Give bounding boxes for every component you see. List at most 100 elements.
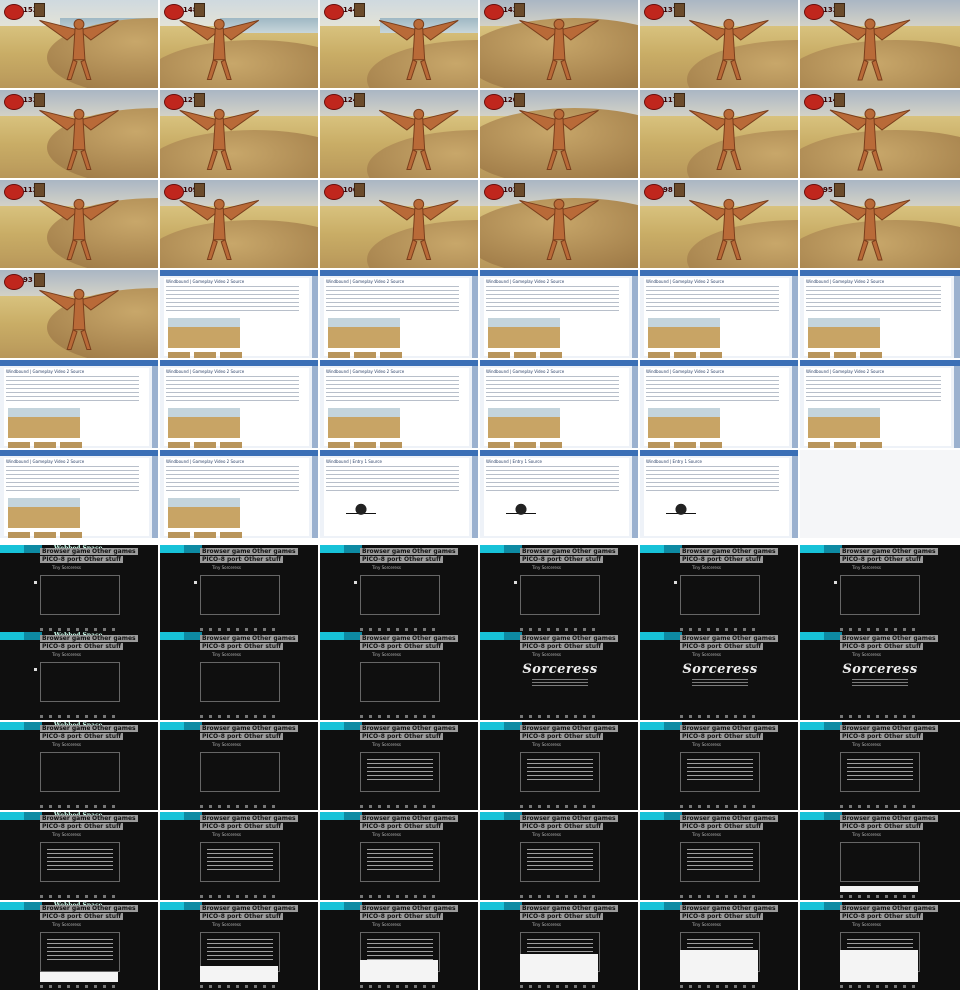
- nav-pico8-ports[interactable]: PICO-8 ports: [840, 913, 887, 920]
- nav-other-stuff[interactable]: Other stuff: [562, 913, 603, 920]
- nav-pico8-ports[interactable]: PICO-8 ports: [200, 643, 247, 650]
- nav-other-stuff[interactable]: Other stuff: [562, 556, 603, 563]
- nav-other-games[interactable]: Other games: [890, 635, 938, 642]
- nav-browser-games[interactable]: Browser games: [520, 725, 577, 732]
- nav-browser-games[interactable]: Browser games: [200, 725, 257, 732]
- nav-other-stuff[interactable]: Other stuff: [562, 643, 603, 650]
- nav-pico8-ports[interactable]: PICO-8 ports: [680, 556, 727, 563]
- nav-other-stuff[interactable]: Other stuff: [722, 733, 763, 740]
- nav-browser-games[interactable]: Browser games: [680, 815, 737, 822]
- nav-pico8-ports[interactable]: PICO-8 ports: [520, 913, 567, 920]
- nav-other-stuff[interactable]: Other stuff: [722, 913, 763, 920]
- nav-browser-games[interactable]: Browser games: [680, 905, 737, 912]
- nav-browser-games[interactable]: Browser games: [40, 725, 97, 732]
- nav-pico8-ports[interactable]: PICO-8 ports: [360, 556, 407, 563]
- nav-pico8-ports[interactable]: PICO-8 ports: [200, 556, 247, 563]
- nav-pico8-ports[interactable]: PICO-8 ports: [200, 913, 247, 920]
- nav-other-games[interactable]: Other games: [890, 905, 938, 912]
- nav-other-stuff[interactable]: Other stuff: [242, 733, 283, 740]
- nav-other-games[interactable]: Other games: [410, 635, 458, 642]
- nav-other-games[interactable]: Other games: [90, 635, 138, 642]
- nav-other-games[interactable]: Other games: [410, 548, 458, 555]
- nav-browser-games[interactable]: Browser games: [520, 815, 577, 822]
- nav-browser-games[interactable]: Browser games: [520, 635, 577, 642]
- nav-other-stuff[interactable]: Other stuff: [882, 913, 923, 920]
- nav-pico8-ports[interactable]: PICO-8 ports: [40, 913, 87, 920]
- nav-pico8-ports[interactable]: PICO-8 ports: [360, 643, 407, 650]
- nav-other-games[interactable]: Other games: [250, 725, 298, 732]
- nav-other-games[interactable]: Other games: [890, 725, 938, 732]
- nav-other-stuff[interactable]: Other stuff: [402, 733, 443, 740]
- nav-pico8-ports[interactable]: PICO-8 ports: [840, 823, 887, 830]
- nav-other-stuff[interactable]: Other stuff: [82, 556, 123, 563]
- nav-other-games[interactable]: Other games: [570, 815, 618, 822]
- nav-other-games[interactable]: Other games: [570, 635, 618, 642]
- nav-browser-games[interactable]: Browser games: [40, 815, 97, 822]
- nav-other-games[interactable]: Other games: [410, 905, 458, 912]
- nav-other-games[interactable]: Other games: [90, 905, 138, 912]
- nav-pico8-ports[interactable]: PICO-8 ports: [680, 823, 727, 830]
- nav-pico8-ports[interactable]: PICO-8 ports: [40, 643, 87, 650]
- nav-browser-games[interactable]: Browser games: [520, 548, 577, 555]
- nav-other-games[interactable]: Other games: [730, 905, 778, 912]
- nav-pico8-ports[interactable]: PICO-8 ports: [200, 823, 247, 830]
- nav-other-stuff[interactable]: Other stuff: [882, 556, 923, 563]
- nav-pico8-ports[interactable]: PICO-8 ports: [520, 733, 567, 740]
- nav-pico8-ports[interactable]: PICO-8 ports: [520, 643, 567, 650]
- nav-other-stuff[interactable]: Other stuff: [242, 913, 283, 920]
- nav-browser-games[interactable]: Browser games: [40, 635, 97, 642]
- nav-pico8-ports[interactable]: PICO-8 ports: [520, 556, 567, 563]
- nav-browser-games[interactable]: Browser games: [840, 905, 897, 912]
- nav-browser-games[interactable]: Browser games: [200, 815, 257, 822]
- nav-pico8-ports[interactable]: PICO-8 ports: [360, 823, 407, 830]
- nav-other-games[interactable]: Other games: [250, 635, 298, 642]
- nav-other-stuff[interactable]: Other stuff: [722, 643, 763, 650]
- nav-other-stuff[interactable]: Other stuff: [242, 823, 283, 830]
- nav-other-stuff[interactable]: Other stuff: [882, 823, 923, 830]
- nav-pico8-ports[interactable]: PICO-8 ports: [360, 733, 407, 740]
- nav-other-games[interactable]: Other games: [250, 905, 298, 912]
- nav-browser-games[interactable]: Browser games: [40, 548, 97, 555]
- nav-browser-games[interactable]: Browser games: [360, 815, 417, 822]
- nav-pico8-ports[interactable]: PICO-8 ports: [840, 733, 887, 740]
- nav-other-games[interactable]: Other games: [570, 548, 618, 555]
- nav-other-stuff[interactable]: Other stuff: [882, 733, 923, 740]
- nav-browser-games[interactable]: Browser games: [200, 635, 257, 642]
- nav-pico8-ports[interactable]: PICO-8 ports: [680, 913, 727, 920]
- nav-other-stuff[interactable]: Other stuff: [402, 643, 443, 650]
- nav-browser-games[interactable]: Browser games: [840, 725, 897, 732]
- nav-other-games[interactable]: Other games: [890, 548, 938, 555]
- nav-browser-games[interactable]: Browser games: [360, 548, 417, 555]
- nav-other-stuff[interactable]: Other stuff: [722, 556, 763, 563]
- nav-pico8-ports[interactable]: PICO-8 ports: [840, 643, 887, 650]
- nav-other-games[interactable]: Other games: [410, 725, 458, 732]
- nav-other-games[interactable]: Other games: [250, 548, 298, 555]
- nav-browser-games[interactable]: Browser games: [360, 905, 417, 912]
- nav-other-stuff[interactable]: Other stuff: [82, 643, 123, 650]
- nav-pico8-ports[interactable]: PICO-8 ports: [680, 733, 727, 740]
- nav-other-stuff[interactable]: Other stuff: [82, 913, 123, 920]
- nav-other-games[interactable]: Other games: [90, 548, 138, 555]
- nav-browser-games[interactable]: Browser games: [200, 905, 257, 912]
- nav-pico8-ports[interactable]: PICO-8 ports: [680, 643, 727, 650]
- nav-browser-games[interactable]: Browser games: [360, 635, 417, 642]
- nav-browser-games[interactable]: Browser games: [840, 635, 897, 642]
- nav-browser-games[interactable]: Browser games: [840, 548, 897, 555]
- nav-browser-games[interactable]: Browser games: [200, 548, 257, 555]
- nav-other-stuff[interactable]: Other stuff: [82, 823, 123, 830]
- nav-other-games[interactable]: Other games: [730, 635, 778, 642]
- nav-other-games[interactable]: Other games: [890, 815, 938, 822]
- nav-other-stuff[interactable]: Other stuff: [402, 556, 443, 563]
- nav-other-games[interactable]: Other games: [90, 815, 138, 822]
- nav-other-games[interactable]: Other games: [730, 815, 778, 822]
- nav-pico8-ports[interactable]: PICO-8 ports: [40, 556, 87, 563]
- nav-browser-games[interactable]: Browser games: [680, 635, 737, 642]
- nav-pico8-ports[interactable]: PICO-8 ports: [520, 823, 567, 830]
- nav-other-stuff[interactable]: Other stuff: [402, 913, 443, 920]
- nav-other-games[interactable]: Other games: [90, 725, 138, 732]
- nav-browser-games[interactable]: Browser games: [520, 905, 577, 912]
- nav-other-stuff[interactable]: Other stuff: [82, 733, 123, 740]
- nav-browser-games[interactable]: Browser games: [360, 725, 417, 732]
- nav-other-games[interactable]: Other games: [250, 815, 298, 822]
- nav-browser-games[interactable]: Browser games: [680, 725, 737, 732]
